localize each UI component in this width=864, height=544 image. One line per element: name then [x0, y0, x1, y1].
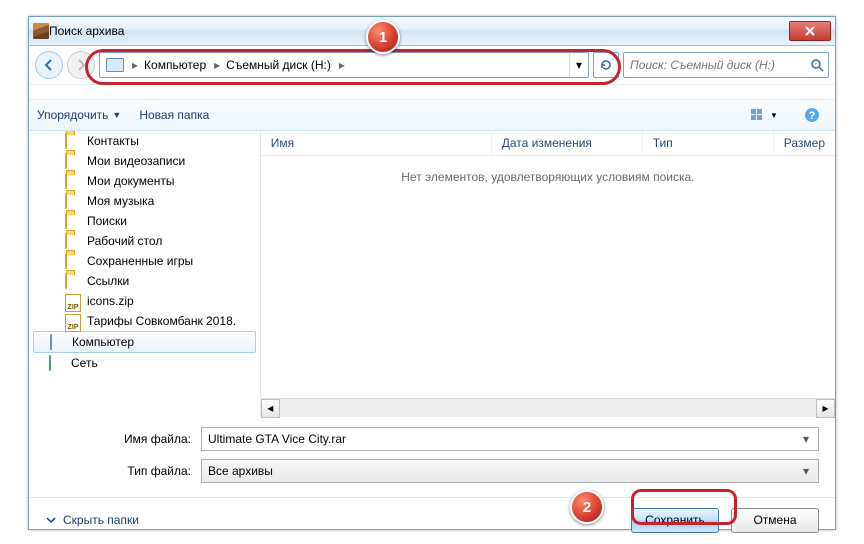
- search-input[interactable]: [623, 52, 829, 78]
- organize-menu[interactable]: Упорядочить▼: [37, 108, 121, 122]
- folder-icon: [65, 134, 81, 148]
- filetype-combo[interactable]: Все архивы ▾: [201, 459, 819, 483]
- tree-item-label: Поиски: [87, 214, 127, 228]
- chevron-down-icon: ▼: [112, 110, 121, 120]
- folder-icon: [65, 214, 81, 228]
- tree-item-label: Рабочий стол: [87, 234, 162, 248]
- folder-icon: [65, 254, 81, 268]
- filename-form: Имя файла: ▾ Тип файла: Все архивы ▾: [29, 417, 835, 497]
- tree-item[interactable]: Рабочий стол: [29, 231, 260, 251]
- col-name[interactable]: Имя: [261, 131, 492, 155]
- scroll-track[interactable]: [280, 400, 816, 417]
- scroll-left-button[interactable]: ◂: [261, 399, 280, 418]
- col-type[interactable]: Тип: [643, 131, 774, 155]
- tree-item-label: Ссылки: [87, 274, 129, 288]
- tree-item-label: Тарифы Совкомбанк 2018.: [87, 314, 236, 328]
- filetype-label: Тип файла:: [45, 464, 201, 478]
- zip-icon: ZIP: [65, 314, 81, 328]
- folder-icon: [65, 274, 81, 288]
- tree-item-label: Сохраненные игры: [87, 254, 193, 268]
- tree-item-label: icons.zip: [87, 294, 134, 308]
- filetype-dropdown[interactable]: ▾: [798, 464, 814, 478]
- computer-icon: [106, 58, 124, 72]
- folder-icon: [65, 174, 81, 188]
- title-bar: Поиск архива: [29, 17, 835, 46]
- new-folder-button[interactable]: Новая папка: [139, 108, 209, 122]
- tree-item-label: Сеть: [71, 356, 98, 370]
- help-button[interactable]: ?: [797, 103, 827, 127]
- annotation-marker-1: 1: [366, 20, 400, 54]
- tree-item[interactable]: ZIP icons.zip: [29, 291, 260, 311]
- tree-item-label: Компьютер: [72, 335, 134, 349]
- window-title: Поиск архива: [49, 24, 789, 38]
- chevron-down-icon: ▼: [770, 111, 778, 120]
- tree-item-label: Мои документы: [87, 174, 174, 188]
- breadcrumb[interactable]: ▸ Компьютер ▸ Съемный диск (H:) ▸ ▾: [99, 52, 589, 78]
- column-headers: Имя Дата изменения Тип Размер: [261, 131, 835, 156]
- arrow-right-icon: [74, 58, 88, 72]
- filename-input[interactable]: ▾: [201, 427, 819, 451]
- zip-icon: ZIP: [65, 294, 81, 308]
- refresh-icon: [599, 58, 613, 72]
- save-button[interactable]: Сохранить: [631, 508, 719, 533]
- hide-folders-link[interactable]: Скрыть папки: [45, 513, 139, 527]
- horizontal-scrollbar[interactable]: ◂ ▸: [261, 398, 835, 417]
- chevron-right-icon: ▸: [339, 58, 345, 72]
- chevron-down-icon: [45, 514, 57, 526]
- tree-item[interactable]: Сохраненные игры: [29, 251, 260, 271]
- network-icon: [49, 356, 65, 370]
- folder-tree[interactable]: Контакты Мои видеозаписи Мои документы Моя …: [29, 131, 261, 417]
- tree-item[interactable]: Мои видеозаписи: [29, 151, 260, 171]
- tree-item[interactable]: Моя музыка: [29, 191, 260, 211]
- save-dialog: Поиск архива ▸ Компьютер ▸ Съемный диск …: [28, 16, 836, 530]
- app-icon: [33, 23, 49, 39]
- tree-item-label: Контакты: [87, 134, 139, 148]
- nav-back-button[interactable]: [35, 51, 63, 79]
- tree-item[interactable]: Компьютер: [33, 331, 256, 353]
- body: Контакты Мои видеозаписи Мои документы Моя …: [29, 131, 835, 417]
- folder-icon: [65, 154, 81, 168]
- svg-text:?: ?: [809, 110, 816, 122]
- file-list-pane: Имя Дата изменения Тип Размер Нет элемен…: [261, 131, 835, 417]
- breadcrumb-seg-computer[interactable]: Компьютер: [138, 53, 214, 77]
- folder-icon: [65, 234, 81, 248]
- filetype-value: Все архивы: [206, 464, 798, 478]
- tree-item-label: Мои видеозаписи: [87, 154, 185, 168]
- search-field[interactable]: [628, 57, 810, 73]
- help-icon: ?: [804, 107, 820, 123]
- breadcrumb-dropdown[interactable]: ▾: [569, 53, 588, 77]
- nav-bar: ▸ Компьютер ▸ Съемный диск (H:) ▸ ▾: [29, 46, 835, 84]
- tree-item[interactable]: Контакты: [29, 131, 260, 151]
- filename-field[interactable]: [206, 431, 798, 447]
- tree-item[interactable]: Ссылки: [29, 271, 260, 291]
- close-icon: [805, 26, 815, 36]
- toolbar: Упорядочить▼ Новая папка ▼ ?: [29, 100, 835, 131]
- empty-list-message: Нет элементов, удовлетворяющих условиям …: [261, 156, 835, 398]
- view-icon: [750, 108, 768, 122]
- breadcrumb-root-icon[interactable]: [100, 53, 132, 77]
- tree-item[interactable]: Сеть: [29, 353, 260, 373]
- nav-forward-button[interactable]: [67, 51, 95, 79]
- tree-item-label: Моя музыка: [87, 194, 154, 208]
- cancel-button[interactable]: Отмена: [731, 508, 819, 533]
- folder-icon: [65, 194, 81, 208]
- filename-label: Имя файла:: [45, 432, 201, 446]
- scroll-right-button[interactable]: ▸: [816, 399, 835, 418]
- refresh-button[interactable]: [593, 52, 619, 78]
- filename-dropdown[interactable]: ▾: [798, 432, 814, 446]
- computer-icon: [50, 335, 66, 349]
- col-size[interactable]: Размер: [774, 131, 835, 155]
- tree-item[interactable]: ZIP Тарифы Совкомбанк 2018.: [29, 311, 260, 331]
- tree-item[interactable]: Мои документы: [29, 171, 260, 191]
- annotation-marker-2: 2: [570, 490, 604, 524]
- shelf-divider: [29, 84, 835, 100]
- view-options-button[interactable]: ▼: [749, 103, 779, 127]
- search-icon: [810, 58, 824, 72]
- breadcrumb-seg-drive[interactable]: Съемный диск (H:): [220, 53, 339, 77]
- tree-item[interactable]: Поиски: [29, 211, 260, 231]
- arrow-left-icon: [42, 58, 56, 72]
- close-button[interactable]: [789, 21, 831, 41]
- col-date[interactable]: Дата изменения: [492, 131, 643, 155]
- footer: Скрыть папки Сохранить Отмена: [29, 497, 835, 542]
